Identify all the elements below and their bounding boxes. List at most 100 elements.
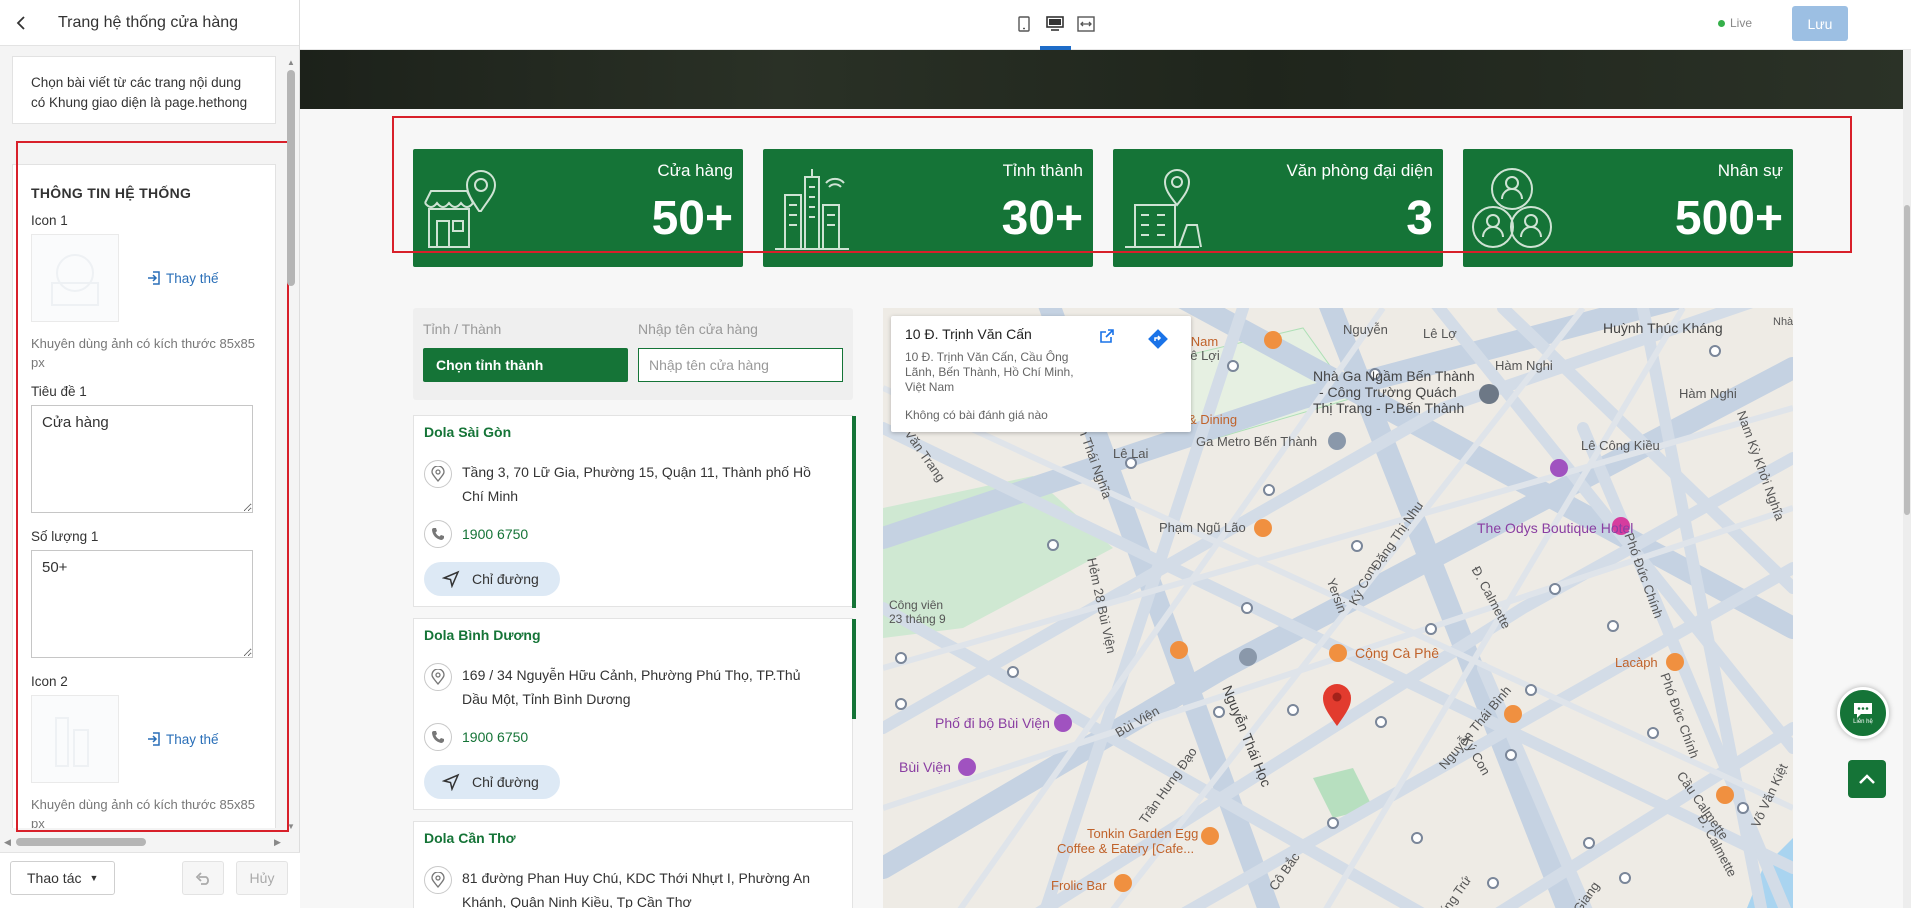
store-map[interactable]: Lê Lợi Nguyễn Lê Lợ Huỳnh Thúc Kháng Nhà… xyxy=(883,308,1793,908)
directions-button[interactable]: Chỉ đường xyxy=(424,562,560,596)
directions-button[interactable]: Chỉ đường xyxy=(424,765,560,799)
chevron-left-icon xyxy=(16,15,25,30)
store-phone[interactable]: 1900 6750 xyxy=(462,723,528,751)
icon1-label: Icon 1 xyxy=(31,213,68,228)
replace-icon2-button[interactable]: Thay thế xyxy=(147,732,219,747)
stat-card-staff: Nhân sự 500+ xyxy=(1463,149,1793,267)
save-button[interactable]: Lưu xyxy=(1792,6,1848,41)
map-label: 23 tháng 9 xyxy=(889,612,946,626)
live-label: Live xyxy=(1730,16,1753,30)
title1-field[interactable]: Cửa hàng xyxy=(31,405,253,513)
desktop-view-button[interactable] xyxy=(1045,14,1065,34)
map-card-reviews: Không có bài đánh giá nào xyxy=(905,408,1048,422)
stat-value: 30+ xyxy=(1001,192,1083,245)
stat-card-stores: Cửa hàng 50+ xyxy=(413,149,743,267)
panel-vertical-scrollbar[interactable] xyxy=(287,70,295,286)
store-phone[interactable]: 1900 6750 xyxy=(462,520,528,548)
map-label: - Công Trường Quách xyxy=(1319,384,1457,400)
map-label: Coffee & Eatery [Cafe... xyxy=(1057,841,1195,856)
store-card[interactable]: Dola Cần Thơ 81 đường Phan Huy Chú, KDC … xyxy=(413,821,853,908)
location-icon xyxy=(424,663,452,691)
panel-scroll-area[interactable]: Chọn bài viết từ các trang nội dung có K… xyxy=(12,56,276,828)
panel-footer: Thao tác ▼ Hủy xyxy=(0,852,300,908)
stat-value: 50+ xyxy=(651,192,733,245)
store-name-label: Nhập tên cửa hàng xyxy=(638,321,758,337)
province-label: Tỉnh / Thành xyxy=(423,321,502,337)
icon1-thumbnail[interactable] xyxy=(31,234,119,322)
title1-label: Tiêu đề 1 xyxy=(31,384,87,399)
back-to-top-button[interactable] xyxy=(1848,760,1886,798)
desktop-icon xyxy=(1046,16,1064,31)
editor-panel: Trang hệ thống cửa hàng Chọn bài viết từ… xyxy=(0,0,300,908)
replace-label: Thay thế xyxy=(166,731,219,747)
store-address: 81 đường Phan Huy Chú, KDC Thới Nhựt I, … xyxy=(462,870,811,908)
map-label: Công viên xyxy=(889,598,944,612)
map-label: Phố đi bộ Bùi Viện xyxy=(935,715,1050,731)
mobile-view-button[interactable] xyxy=(1014,14,1034,34)
cancel-button[interactable]: Hủy xyxy=(236,861,288,895)
back-button[interactable] xyxy=(12,12,32,34)
map-card-address: 10 Đ. Trịnh Văn Cấn, Cầu Ông Lãnh, Bến T… xyxy=(905,350,1074,394)
location-icon xyxy=(424,460,452,488)
icon2-hint: Khuyên dùng ảnh có kích thước 85x85 px xyxy=(31,797,255,828)
icon2-label: Icon 2 xyxy=(31,674,68,689)
count1-field[interactable]: 50+ xyxy=(31,550,253,658)
scroll-right-arrow[interactable]: ▶ xyxy=(274,837,281,848)
undo-icon xyxy=(195,872,209,885)
map-directions-button[interactable] xyxy=(1147,328,1175,356)
map-label: Cộng Cà Phê xyxy=(1355,645,1440,661)
scroll-indicator xyxy=(852,619,856,719)
store-address: Tầng 3, 70 Lữ Gia, Phường 15, Quận 11, T… xyxy=(462,464,811,504)
map-label: Hàm Nghi xyxy=(1495,358,1553,373)
province-select-button[interactable]: Chọn tỉnh thành xyxy=(423,348,628,382)
store-address: 169 / 34 Nguyễn Hữu Cảnh, Phường Phú Thọ… xyxy=(462,667,801,707)
stat-label: Văn phòng đại diện xyxy=(1286,161,1433,180)
replace-label: Thay thế xyxy=(166,270,219,286)
scroll-down-arrow[interactable]: ▼ xyxy=(287,822,295,831)
store-filter: Tỉnh / Thành Nhập tên cửa hàng Chọn tỉnh… xyxy=(413,308,853,400)
city-thumb-icon xyxy=(55,717,89,767)
store-card[interactable]: Dola Sài Gòn Tầng 3, 70 Lữ Gia, Phường 1… xyxy=(413,415,856,608)
panel-header: Trang hệ thống cửa hàng xyxy=(0,0,299,46)
store-card[interactable]: Dola Bình Dương 169 / 34 Nguyễn Hữu Cảnh… xyxy=(413,618,856,810)
office-icon xyxy=(1125,169,1202,248)
stat-card-provinces: Tỉnh thành 30+ xyxy=(763,149,1093,267)
replace-icon xyxy=(148,271,160,285)
map-label: Nguyễn xyxy=(1343,322,1388,337)
stat-value: 3 xyxy=(1406,192,1433,245)
icon2-thumbnail[interactable] xyxy=(31,695,119,783)
fullwidth-view-button[interactable] xyxy=(1076,14,1096,34)
undo-button[interactable] xyxy=(182,861,224,895)
contact-chat-button[interactable]: Liên hệ xyxy=(1837,687,1889,739)
site-preview[interactable]: Cửa hàng 50+ Tỉnh thành 30+ Văn phòng đạ… xyxy=(300,50,1911,908)
preview-scrollbar-track[interactable] xyxy=(1903,50,1911,908)
stat-label: Tỉnh thành xyxy=(1002,161,1083,180)
scroll-left-arrow[interactable]: ◀ xyxy=(4,837,11,848)
directions-label: Chỉ đường xyxy=(472,774,539,790)
live-status: Live xyxy=(1718,16,1752,30)
open-in-maps-button[interactable] xyxy=(1099,328,1127,356)
expand-width-icon xyxy=(1077,16,1095,32)
chat-icon xyxy=(1854,703,1872,718)
scroll-up-arrow[interactable]: ▲ xyxy=(287,58,295,67)
replace-icon1-button[interactable]: Thay thế xyxy=(147,271,219,286)
map-label: Bùi Viện xyxy=(899,759,951,775)
store-name: Dola Sài Gòn xyxy=(424,424,512,440)
panel-horizontal-scrollbar[interactable] xyxy=(16,838,146,846)
map-label: Lê Công Kiều xyxy=(1581,438,1660,453)
phone-icon xyxy=(424,723,452,751)
preview-scrollbar-thumb[interactable] xyxy=(1904,205,1910,515)
map-info-card: 10 Đ. Trịnh Văn Cấn 10 Đ. Trịnh Văn Cấn,… xyxy=(891,316,1191,432)
map-label: Lê Lai xyxy=(1113,446,1149,461)
map-label: The Odys Boutique Hotel xyxy=(1477,520,1634,536)
stat-label: Cửa hàng xyxy=(657,161,733,180)
store-name-input[interactable] xyxy=(638,348,843,382)
actions-dropdown[interactable]: Thao tác ▼ xyxy=(10,861,115,895)
live-dot-icon xyxy=(1718,19,1725,27)
section-title: THÔNG TIN HỆ THỐNG xyxy=(31,185,192,201)
page-note: Chọn bài viết từ các trang nội dung có K… xyxy=(12,56,276,124)
map-label: Huỳnh Thúc Kháng xyxy=(1603,320,1723,336)
map-label: Lacàph xyxy=(1615,655,1658,670)
panel-title: Trang hệ thống cửa hàng xyxy=(58,13,239,31)
map-label: Nhà Ga Ngầm Bến Thành xyxy=(1313,368,1475,384)
